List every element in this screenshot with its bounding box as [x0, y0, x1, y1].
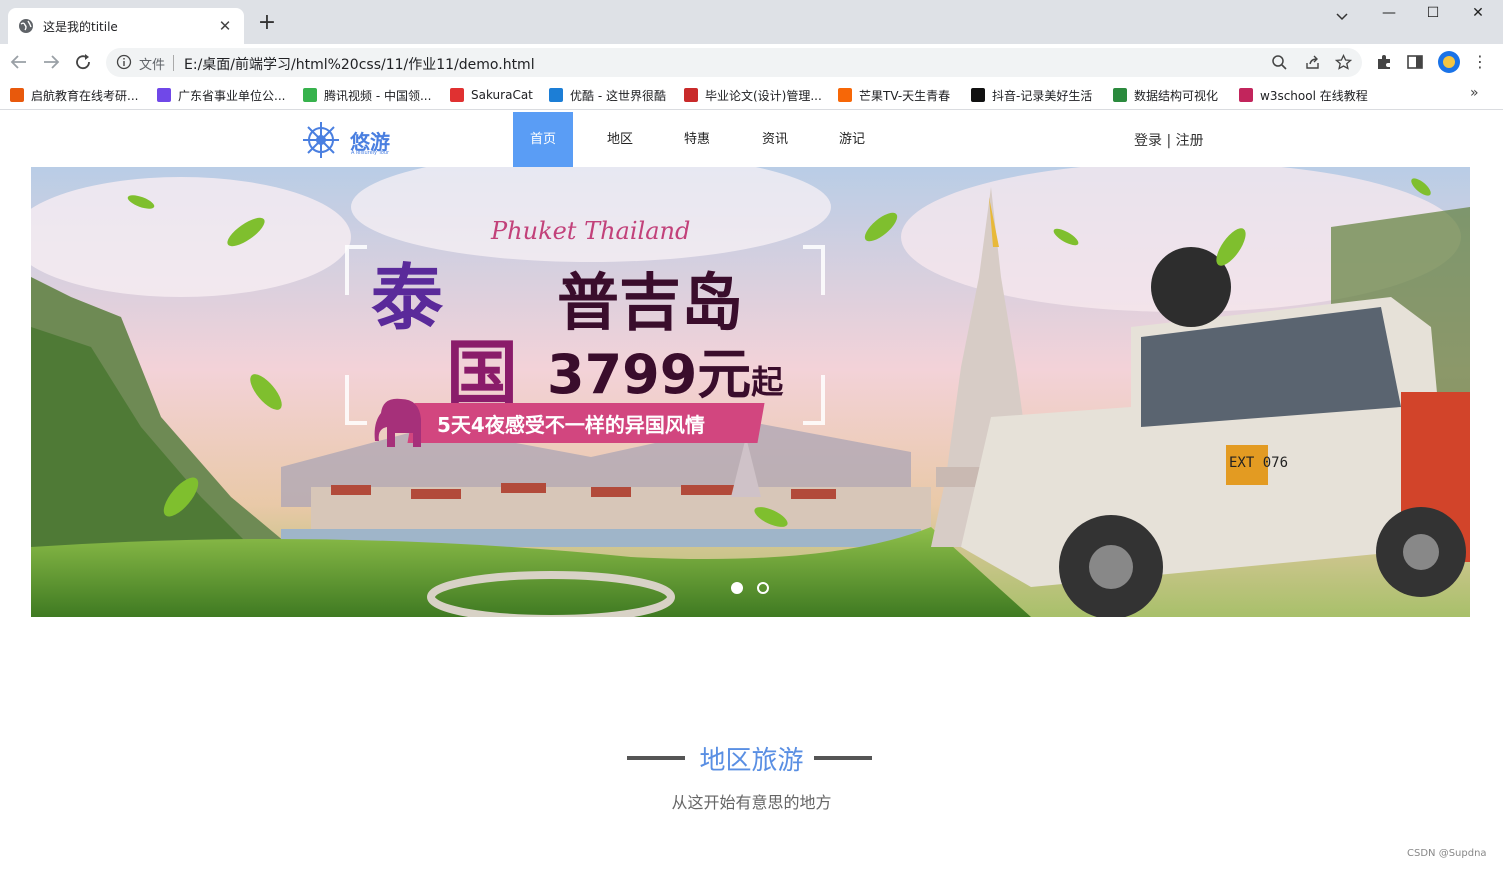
bookmark-favicon-icon — [971, 88, 985, 102]
bookmark-item[interactable]: 启航教育在线考研... — [10, 86, 138, 104]
bookmark-favicon-icon — [303, 88, 317, 102]
carousel-dot[interactable] — [757, 582, 769, 594]
bookmark-favicon-icon — [838, 88, 852, 102]
bookmark-label: w3school 在线教程 — [1260, 88, 1368, 103]
bookmark-item[interactable]: 毕业论文(设计)管理... — [684, 86, 822, 104]
browser-menu-icon[interactable]: ⋮ — [1472, 52, 1488, 72]
nav-item-1[interactable]: 地区 — [590, 112, 650, 167]
share-icon[interactable] — [1304, 54, 1321, 71]
extensions-puzzle-icon[interactable] — [1375, 53, 1393, 71]
tab-title: 这是我的titile — [43, 19, 118, 34]
tab-search-chevron-icon[interactable] — [1330, 8, 1354, 26]
forward-arrow-icon[interactable] — [40, 51, 62, 73]
bookmark-label: 腾讯视频 - 中国领... — [324, 88, 432, 103]
side-panel-icon[interactable] — [1406, 53, 1424, 71]
section-subtitle: 从这开始有意思的地方 — [671, 793, 832, 812]
section-heading: 地区旅游 — [0, 740, 1503, 780]
bookmark-favicon-icon — [1113, 88, 1127, 102]
close-tab-icon[interactable]: ✕ — [216, 17, 234, 35]
tab-strip: 这是我的titile ✕ + — ☐ ✕ — [0, 0, 1503, 44]
bookmark-favicon-icon — [684, 88, 698, 102]
new-tab-icon[interactable]: + — [255, 12, 279, 36]
bookmark-item[interactable]: w3school 在线教程 — [1239, 86, 1368, 104]
bookmark-label: 数据结构可视化 — [1134, 88, 1219, 103]
bookmark-favicon-icon — [10, 88, 24, 102]
promo-script-title: Phuket Thailand — [491, 217, 691, 245]
minimize-icon[interactable]: — — [1377, 5, 1401, 27]
frame-corner-bottom-left — [345, 375, 367, 425]
close-window-icon[interactable]: ✕ — [1466, 5, 1490, 27]
nav-item-2[interactable]: 特惠 — [667, 112, 727, 167]
back-arrow-icon[interactable] — [8, 51, 30, 73]
license-plate: EXT 076 — [1229, 455, 1288, 471]
carousel-dot[interactable] — [731, 582, 743, 594]
logo-subtitle: A leisurely Tour — [351, 150, 390, 156]
bookmark-label: 芒果TV-天生青春 — [859, 88, 951, 103]
promo-tai-char: 泰 — [371, 255, 444, 340]
url-separator — [173, 55, 174, 71]
bookmark-label: 抖音-记录美好生活 — [992, 88, 1093, 103]
bookmark-item[interactable]: 数据结构可视化 — [1113, 86, 1218, 104]
address-bar[interactable]: 文件 E:/桌面/前端学习/html%20css/11/作业11/demo.ht… — [106, 48, 1362, 77]
globe-icon — [19, 19, 33, 33]
bookmark-item[interactable]: 广东省事业单位公... — [157, 86, 285, 104]
bookmark-label: 毕业论文(设计)管理... — [705, 88, 822, 103]
frame-corner-bottom-right — [803, 375, 825, 425]
bookmark-item[interactable]: SakuraCat — [450, 86, 533, 104]
bookmark-star-icon[interactable] — [1335, 54, 1352, 71]
url-scheme-label: 文件 — [139, 58, 166, 73]
info-icon[interactable] — [116, 54, 132, 70]
carousel-dots — [731, 582, 769, 594]
csdn-watermark: CSDN @Supdna — [1407, 848, 1487, 859]
zoom-icon[interactable] — [1271, 54, 1288, 71]
bookmark-label: 启航教育在线考研... — [31, 88, 139, 103]
bookmark-favicon-icon — [1239, 88, 1253, 102]
bookmark-label: 优酷 - 这世界很酷 — [570, 88, 666, 103]
frame-corner-top-left — [345, 245, 367, 295]
bookmarks-bar: » 启航教育在线考研... 广东省事业单位公... 腾讯视频 - 中国领... Sak… — [0, 80, 1503, 110]
bookmark-item[interactable]: 腾讯视频 - 中国领... — [303, 86, 431, 104]
nav-item-0[interactable]: 首页 — [513, 112, 573, 167]
reload-icon[interactable] — [72, 51, 94, 73]
bookmark-label: SakuraCat — [471, 88, 533, 102]
site-header: 悠游 A leisurely Tour 首页 地区 特惠 资讯 游记 登录 | 注册 — [0, 112, 1503, 167]
promo-destination: 普吉岛 — [557, 266, 744, 339]
frame-corner-top-right — [803, 245, 825, 295]
hero-banner[interactable]: EXT 076 Phuket Thailand 泰 国 普吉岛 3799元起 5… — [31, 167, 1470, 617]
nav-item-3[interactable]: 资讯 — [745, 112, 805, 167]
bookmark-label: 广东省事业单位公... — [178, 88, 286, 103]
promo-panel: Phuket Thailand 泰 国 普吉岛 3799元起 5天4夜感受不一样… — [331, 197, 841, 462]
bookmarks-overflow-icon[interactable]: » — [1470, 85, 1479, 101]
promo-price: 3799元起 — [547, 343, 784, 406]
section-title: 地区旅游 — [699, 746, 804, 776]
profile-avatar[interactable] — [1438, 51, 1460, 73]
bookmark-item[interactable]: 芒果TV-天生青春 — [838, 86, 950, 104]
bookmark-favicon-icon — [157, 88, 171, 102]
bookmark-favicon-icon — [549, 88, 563, 102]
heading-line-right — [814, 756, 872, 760]
bookmark-item[interactable]: 抖音-记录美好生活 — [971, 86, 1092, 104]
promo-tagline: 5天4夜感受不一样的异国风情 — [437, 413, 705, 437]
bookmark-favicon-icon — [450, 88, 464, 102]
elephant-icon — [374, 398, 421, 447]
bookmark-item[interactable]: 优酷 - 这世界很酷 — [549, 86, 666, 104]
nav-item-4[interactable]: 游记 — [822, 112, 882, 167]
browser-tab[interactable]: 这是我的titile ✕ — [8, 8, 244, 44]
login-register-link[interactable]: 登录 | 注册 — [1134, 130, 1204, 150]
maximize-icon[interactable]: ☐ — [1421, 5, 1445, 27]
url-text[interactable]: E:/桌面/前端学习/html%20css/11/作业11/demo.html — [184, 54, 535, 74]
browser-toolbar: 文件 E:/桌面/前端学习/html%20css/11/作业11/demo.ht… — [0, 44, 1503, 80]
